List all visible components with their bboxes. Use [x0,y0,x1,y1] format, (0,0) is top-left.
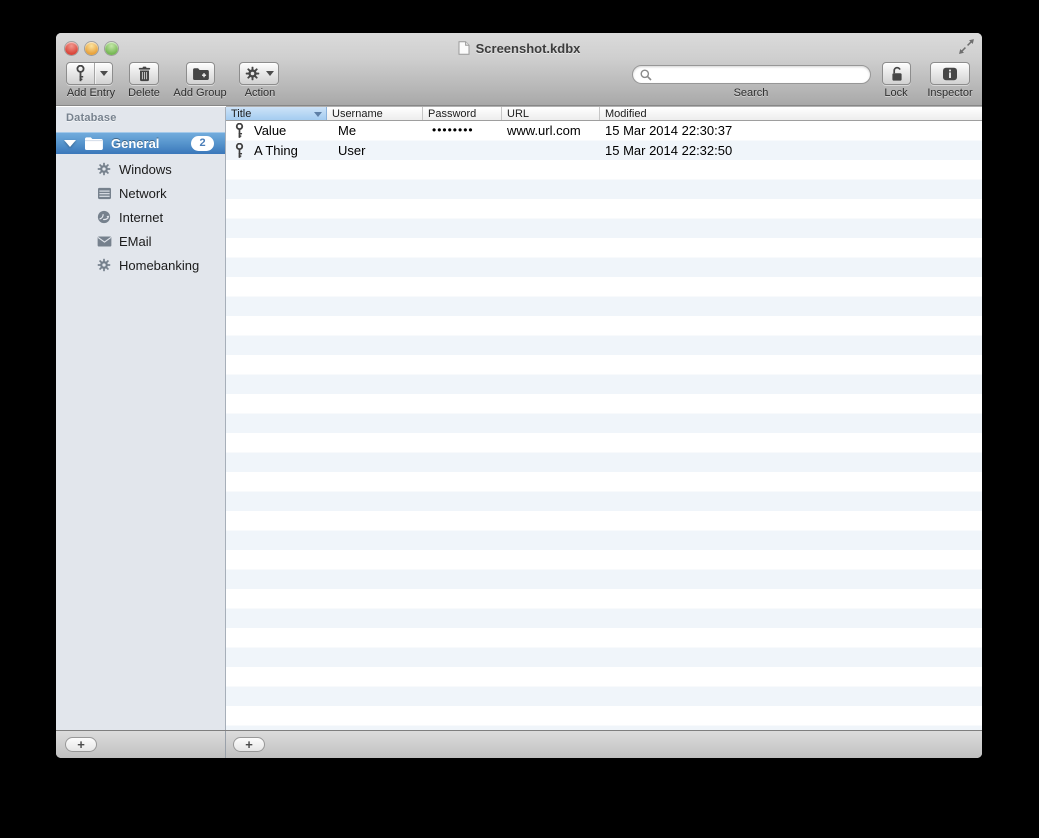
delete-button[interactable] [129,62,159,85]
sidebar-item-label: Homebanking [119,257,200,273]
cell-password: •••••••• [432,123,474,137]
folder-icon [85,137,103,150]
app-window: Screenshot.kdbx Add Entry Delete Add Gro… [56,33,982,758]
lock-button[interactable] [882,62,911,85]
folder-plus-icon [193,68,209,80]
envelope-icon [96,233,112,249]
column-header-url[interactable]: URL [502,107,600,120]
fullscreen-icon[interactable] [958,38,975,55]
add-entry-dropdown[interactable] [95,63,112,84]
key-icon [76,65,85,82]
bottom-bar: + + [56,730,982,758]
action-button[interactable] [239,62,279,85]
action-dropdown[interactable] [263,63,277,84]
sidebar-item-internet[interactable]: Internet [56,206,225,228]
inspector-button[interactable] [930,62,970,85]
chevron-down-icon [99,71,108,76]
unlock-icon [891,66,902,81]
table-header: Title Username Password URL Modified [226,106,982,121]
sidebar-item-email[interactable]: EMail [56,230,225,252]
cell-modified: 15 Mar 2014 22:32:50 [605,142,733,158]
gear-icon [96,257,112,273]
search-label: Search [733,87,769,99]
lock-label: Lock [884,87,908,99]
cell-title: Value [254,123,287,138]
cell-modified: 15 Mar 2014 22:30:37 [605,123,733,138]
sidebar-item-label: Windows [119,161,172,177]
chevron-down-icon [266,71,274,76]
cell-url: www.url.com [507,123,581,138]
add-group-button[interactable] [186,62,215,85]
key-icon [235,123,244,138]
entry-table: Title Username Password URL Modified Val [226,106,982,730]
table-row[interactable]: Value Me •••••••• www.url.com 15 Mar 201… [226,121,982,141]
search-field[interactable] [632,65,871,84]
table-body: Value Me •••••••• www.url.com 15 Mar 201… [226,121,982,730]
column-header-modified[interactable]: Modified [600,107,982,120]
gear-icon [96,161,112,177]
sidebar-item-label: Network [119,185,167,201]
add-entry-label: Add Entry [66,87,116,99]
delete-label: Delete [128,87,160,99]
sidebar-section-header: Database [66,112,117,124]
table-row[interactable]: A Thing User 15 Mar 2014 22:32:50 [226,141,982,161]
sort-descending-icon [314,112,322,117]
key-icon [235,142,244,158]
column-header-username[interactable]: Username [327,107,423,120]
search-input[interactable] [656,67,870,82]
trash-icon [138,66,150,81]
sidebar: Database General 2 Windows Network Inter… [56,107,226,730]
gear-icon [245,66,259,81]
window-title-area: Screenshot.kdbx [56,39,982,57]
column-header-password[interactable]: Password [423,107,502,120]
document-icon [458,41,470,55]
desktop-background: Screenshot.kdbx Add Entry Delete Add Gro… [0,0,1039,838]
action-label: Action [244,87,276,99]
cell-username: Me [338,123,357,138]
sidebar-item-windows[interactable]: Windows [56,158,225,180]
column-header-title[interactable]: Title [226,107,327,120]
inspector-label: Inspector [927,87,973,99]
sidebar-item-label: Internet [119,209,164,225]
disclosure-triangle-icon[interactable] [64,139,76,147]
sidebar-group-general[interactable]: General 2 [56,132,225,154]
footer-divider [225,731,226,758]
sidebar-item-network[interactable]: Network [56,182,225,204]
cell-title: A Thing [254,142,298,158]
window-title: Screenshot.kdbx [475,40,581,56]
sidebar-group-label: General [111,135,160,151]
sidebar-item-label: EMail [119,233,152,249]
add-entry-plus-button[interactable]: + [233,737,265,752]
sidebar-item-homebanking[interactable]: Homebanking [56,254,225,276]
titlebar-toolbar: Screenshot.kdbx Add Entry Delete Add Gro… [56,33,982,106]
entry-count-badge: 2 [191,135,214,151]
server-icon [96,185,112,201]
cell-username: User [338,142,366,158]
add-group-plus-button[interactable]: + [65,737,97,752]
add-entry-button[interactable] [66,62,113,85]
search-icon [640,69,652,81]
info-icon [943,67,957,80]
globe-icon [96,209,112,225]
add-group-label: Add Group [173,87,227,99]
